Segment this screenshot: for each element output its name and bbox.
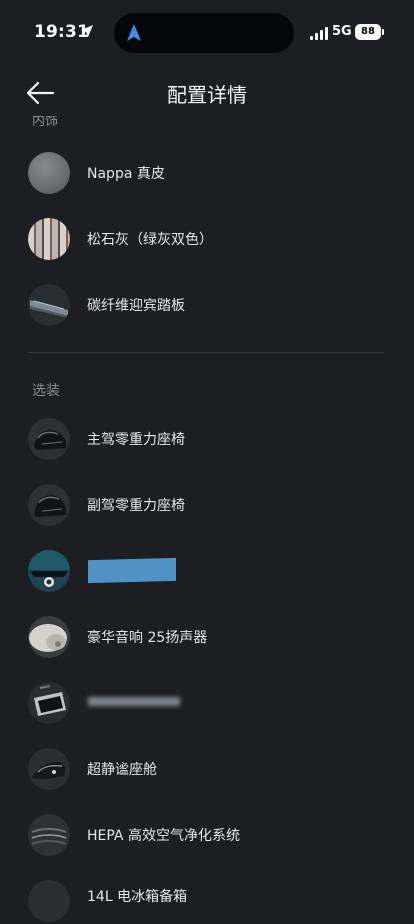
blurred-label [88,697,180,706]
network-type: 5G [332,24,352,39]
list-item-label: 松石灰（绿灰双色） [87,232,213,248]
list-item-driver-seat: 主驾零重力座椅 [28,418,398,462]
carbon-sill-plate-icon [28,284,70,326]
navigation-arrow-icon [127,24,141,41]
section-heading-options: 选装 [32,383,60,399]
list-item-color: 松石灰（绿灰双色） [28,218,398,262]
speaker-icon [28,616,70,658]
page-header: 配置详情 [0,66,414,120]
color-swatch-icon [28,218,70,260]
list-item-sill-plate: 碳纤维迎宾踏板 [28,284,398,328]
battery-tip [382,29,384,35]
list-item-quiet-cabin: 超静谧座舱 [28,748,398,792]
seat-icon [28,484,70,526]
fridge-box-icon [28,880,70,922]
list-item-redacted-blur [28,682,398,726]
list-item-speaker: 豪华音响 25扬声器 [28,616,398,660]
battery-icon: 88 [355,24,381,40]
list-item-leather: Nappa 真皮 [28,152,398,196]
list-item-label: 14L 电冰箱备箱 [87,889,188,905]
air-filter-icon [28,814,70,856]
cabin-icon [28,748,70,790]
list-item-label: 碳纤维迎宾踏板 [87,298,185,314]
leather-swatch-icon [28,152,70,194]
cellular-signal-icon [310,27,328,40]
status-bar: 19:31 5G 88 [0,0,414,66]
list-item-label: 豪华音响 25扬声器 [87,630,208,646]
list-item-fridge: 14L 电冰箱备箱 [28,880,398,924]
seat-icon [28,418,70,460]
list-item-label: 主驾零重力座椅 [87,432,185,448]
list-item-label: HEPA 高效空气净化系统 [87,828,240,844]
list-item-redacted-blue [28,550,398,594]
list-item-passenger-seat: 副驾零重力座椅 [28,484,398,528]
location-arrow-icon [81,25,93,37]
list-item-hepa: HEPA 高效空气净化系统 [28,814,398,858]
page-title: 配置详情 [167,83,247,107]
section-heading-interior: 内饰 [32,116,59,126]
redaction-bar [88,557,176,584]
car-roof-icon [28,550,70,592]
list-item-label: 副驾零重力座椅 [87,498,185,514]
section-divider [28,352,384,353]
fridge-icon [28,682,70,724]
list-item-label: 超静谧座舱 [87,762,157,778]
list-item-label: Nappa 真皮 [87,166,165,182]
